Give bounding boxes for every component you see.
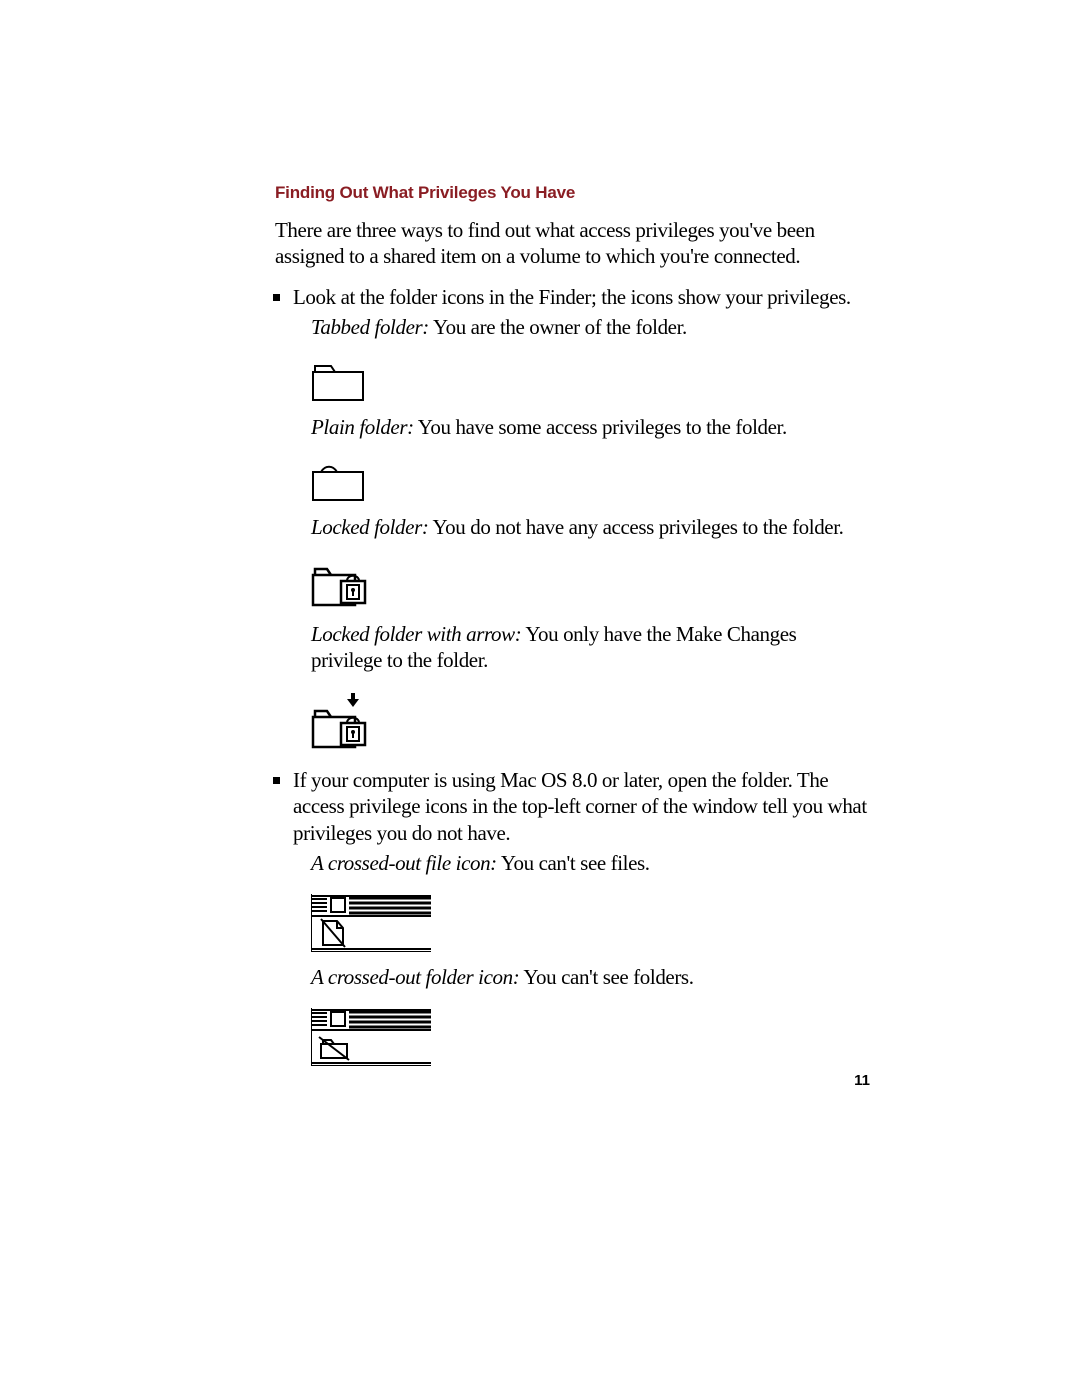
crossed-file-text: You can't see files. [497,851,650,875]
plain-folder-line: Plain folder: You have some access privi… [311,414,870,440]
crossed-folder-text: You can't see folders. [519,965,693,989]
bullet-list: Look at the folder icons in the Finder; … [275,284,870,1067]
crossed-file-label: A crossed-out file icon: [311,851,497,875]
bullet-1-text: Look at the folder icons in the Finder; … [293,285,851,309]
bullet-item-2: If your computer is using Mac OS 8.0 or … [275,767,870,1066]
tabbed-folder-label: Tabbed folder: [311,315,429,339]
bullet-2-text: If your computer is using Mac OS 8.0 or … [293,768,867,845]
locked-arrow-folder-icon [311,691,870,751]
locked-folder-label: Locked folder: [311,515,428,539]
plain-folder-label: Plain folder: [311,415,414,439]
crossed-folder-label: A crossed-out folder icon: [311,965,519,989]
intro-paragraph: There are three ways to find out what ac… [275,217,870,270]
locked-folder-text: You do not have any access privileges to… [428,515,843,539]
locked-arrow-line: Locked folder with arrow: You only have … [311,621,870,674]
tabbed-folder-text: You are the owner of the folder. [429,315,687,339]
crossed-file-icon [311,894,870,952]
tabbed-folder-icon [311,358,870,402]
page: Finding Out What Privileges You Have The… [0,0,1080,1397]
locked-folder-icon [311,559,870,609]
bullet-item-1: Look at the folder icons in the Finder; … [275,284,870,752]
plain-folder-icon [311,458,870,502]
plain-folder-text: You have some access privileges to the f… [414,415,787,439]
crossed-folder-icon [311,1008,870,1066]
locked-folder-line: Locked folder: You do not have any acces… [311,514,870,540]
tabbed-folder-line: Tabbed folder: You are the owner of the … [311,314,870,340]
crossed-folder-line: A crossed-out folder icon: You can't see… [311,964,870,990]
crossed-file-line: A crossed-out file icon: You can't see f… [311,850,870,876]
section-heading: Finding Out What Privileges You Have [275,183,870,203]
page-number: 11 [854,1072,870,1089]
locked-arrow-label: Locked folder with arrow: [311,622,521,646]
